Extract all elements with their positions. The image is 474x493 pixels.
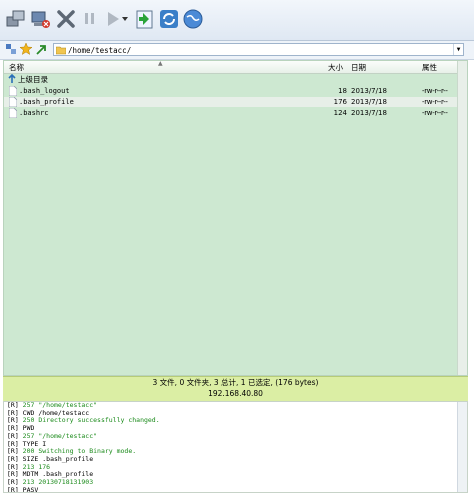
column-size[interactable]: 大小 [328, 62, 343, 73]
browser-icon[interactable] [181, 7, 205, 31]
column-name[interactable]: 名称 [9, 62, 24, 73]
disconnect-icon[interactable] [29, 7, 53, 31]
log-line: [R] SIZE .bash_profile [4, 455, 467, 464]
file-name: .bashrc [19, 109, 49, 117]
log-line: [R] 250 Directory successfully changed. [4, 417, 467, 425]
log-line: [R] PASV [4, 485, 467, 493]
log-panel: [R] 257 "/home/testacc" [R] CWD /home/tes… [3, 401, 468, 493]
file-attr: -rw-r--r-- [422, 109, 448, 117]
file-list: 名称 ▲ 大小 日期 属性 上级目录 .bash_logout 18 2013/7/… [3, 60, 468, 376]
file-name: .bash_logout [19, 87, 70, 95]
path-input[interactable]: /home/testacc/ ▼ [53, 43, 464, 56]
file-name: .bash_profile [19, 98, 74, 106]
file-list-scrollbar[interactable] [457, 61, 467, 375]
file-row[interactable]: .bashrc 124 2013/7/18 -rw-r--r-- [4, 107, 459, 120]
file-size: 18 [338, 87, 347, 95]
toolbar [0, 0, 474, 41]
file-size: 124 [333, 109, 347, 117]
selection-summary: 3 文件, 0 文件夹, 3 总计, 1 已选定, (176 bytes) [152, 378, 319, 387]
path-text: /home/testacc/ [68, 46, 132, 55]
file-date: 2013/7/18 [351, 87, 387, 95]
dropdown-icon[interactable] [119, 7, 131, 31]
log-scrollbar[interactable] [457, 402, 467, 492]
parent-dir-icon [8, 73, 17, 86]
file-list-header: 名称 ▲ 大小 日期 属性 [4, 60, 459, 74]
log-level: [R] [7, 485, 19, 493]
up-arrow-icon[interactable] [36, 44, 47, 57]
status-bar: 3 文件, 0 文件夹, 3 总计, 1 已选定, (176 bytes) 19… [3, 376, 468, 401]
log-line: [R] 257 "/home/testacc" [4, 432, 467, 441]
log-message: 250 Directory successfully changed. [22, 416, 160, 425]
favorites-star-icon[interactable] [19, 42, 33, 57]
host-address: 192.168.40.80 [208, 389, 263, 398]
log-line: [R] 213 20130718131903 [4, 478, 467, 487]
column-attr[interactable]: 属性 [422, 62, 437, 73]
address-bar: /home/testacc/ ▼ [0, 41, 474, 60]
connection-icon[interactable] [6, 44, 17, 57]
sort-indicator-icon: ▲ [158, 60, 163, 67]
file-row[interactable]: .bash_logout 18 2013/7/18 -rw-r--r-- [4, 85, 459, 97]
folder-icon [55, 45, 67, 59]
parent-dir-label: 上级目录 [18, 75, 48, 84]
file-size: 176 [333, 98, 347, 106]
pause-icon[interactable] [78, 7, 102, 31]
connect-icon[interactable] [4, 7, 28, 31]
file-attr: -rw-r--r-- [422, 87, 448, 95]
column-date[interactable]: 日期 [351, 62, 366, 73]
file-icon [8, 107, 18, 120]
stop-icon[interactable] [54, 7, 78, 31]
file-date: 2013/7/18 [351, 109, 387, 117]
refresh-icon[interactable] [157, 7, 181, 31]
file-attr: -rw-r--r-- [422, 98, 448, 106]
file-row[interactable]: .bash_profile 176 2013/7/18 -rw-r--r-- [4, 96, 459, 108]
file-date: 2013/7/18 [351, 98, 387, 106]
parent-dir-row[interactable]: 上级目录 [4, 73, 459, 86]
path-dropdown-icon[interactable]: ▼ [453, 44, 463, 55]
log-message: PASV [22, 485, 39, 493]
download-icon[interactable] [133, 7, 157, 31]
